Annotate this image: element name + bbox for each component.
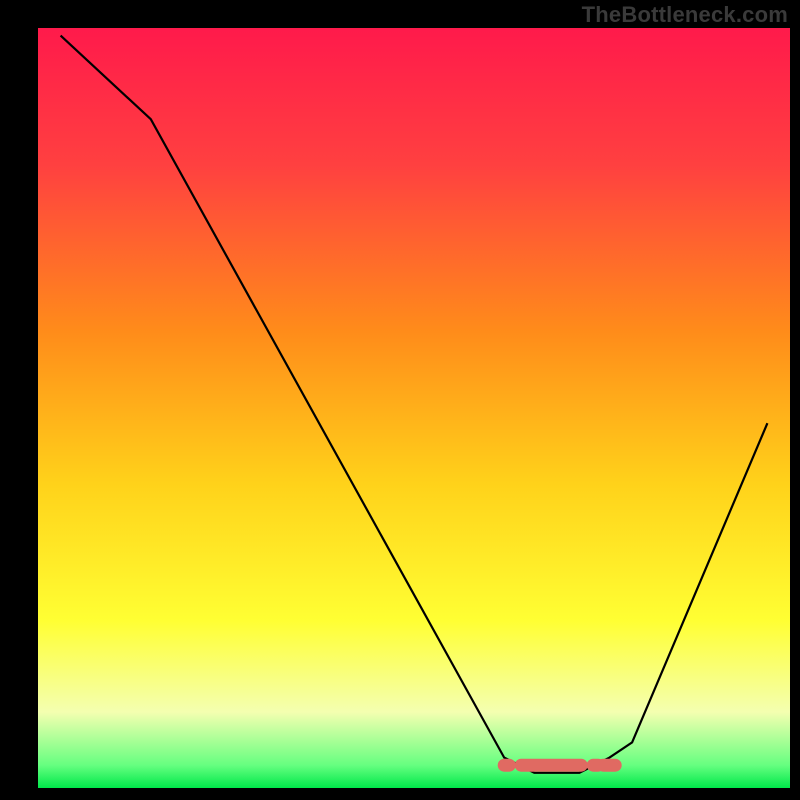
chart-svg bbox=[0, 0, 800, 800]
watermark-text: TheBottleneck.com bbox=[582, 2, 788, 28]
plot-background bbox=[38, 28, 790, 788]
chart-frame: TheBottleneck.com bbox=[0, 0, 800, 800]
